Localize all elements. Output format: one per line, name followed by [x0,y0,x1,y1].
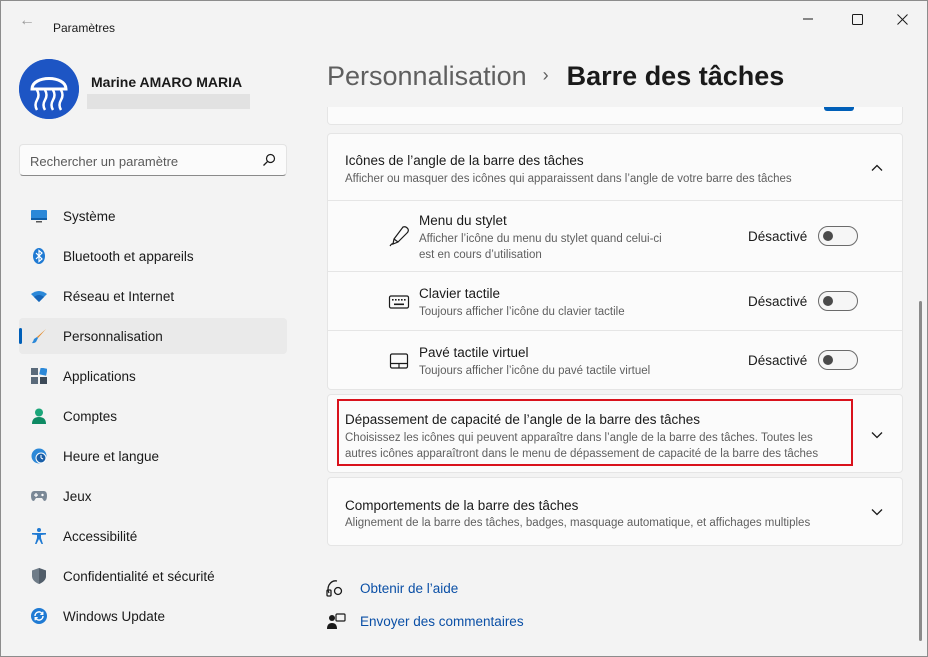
title-bar: ← Paramètres [1,1,927,41]
breadcrumb: Personnalisation › Barre des tâches [327,61,784,92]
sidebar-item-accessibilite[interactable]: Accessibilité [19,518,287,554]
virtual-touchpad-toggle[interactable] [818,350,858,370]
toggle-knob [823,296,833,306]
sidebar-item-systeme[interactable]: Système [19,198,287,234]
virtual-touchpad-description: Toujours afficher l’icône du pavé tactil… [419,365,651,377]
virtual-touchpad-title: Pavé tactile virtuel [419,345,529,360]
sidebar-item-label: Bluetooth et appareils [63,249,194,264]
pen-menu-description-line2: est en cours d’utilisation [419,249,542,261]
pen-menu-row: Menu du stylet Afficher l’icône du menu … [327,201,903,272]
maximize-button[interactable] [834,7,880,31]
get-help-link[interactable]: Obtenir de l’aide [360,581,458,596]
scrollbar[interactable] [919,301,922,641]
sidebar-item-label: Comptes [63,409,118,424]
maximize-icon [851,13,863,25]
pen-icon [389,226,409,247]
previous-card-peek [327,107,903,125]
touch-keyboard-description: Toujours afficher l’icône du clavier tac… [419,306,625,318]
person-icon [31,408,47,424]
sidebar-item-applications[interactable]: Applications [19,358,287,394]
sidebar-item-windows-update[interactable]: Windows Update [19,598,287,634]
search-icon[interactable] [262,153,276,167]
sidebar-item-heure-langue[interactable]: Heure et langue [19,438,287,474]
chevron-down-icon[interactable] [870,505,884,519]
minimize-button[interactable] [785,7,831,31]
touch-keyboard-row: Clavier tactile Toujours afficher l’icôn… [327,272,903,331]
search-input[interactable] [30,152,250,170]
breadcrumb-separator: › [542,65,549,85]
user-name: Marine AMARO MARIA [91,74,243,90]
page-title: Barre des tâches [566,61,785,91]
sidebar-item-label: Réseau et Internet [63,289,175,304]
virtual-touchpad-row: Pavé tactile virtuel Toujours afficher l… [327,331,903,390]
update-icon [31,608,47,624]
main-content: Icônes de l’angle de la barre des tâches… [327,107,903,657]
highlight-annotation [337,399,853,466]
minimize-icon [803,18,813,20]
feedback-icon [327,613,346,629]
avatar[interactable] [19,59,79,119]
sidebar-item-comptes[interactable]: Comptes [19,398,287,434]
sidebar-item-label: Personnalisation [63,329,163,344]
previous-toggle-peek[interactable] [824,107,854,111]
back-button[interactable]: ← [13,11,41,31]
sidebar-item-jeux[interactable]: Jeux [19,478,287,514]
chevron-down-icon[interactable] [870,428,884,442]
toggle-knob [823,231,833,241]
sidebar-item-label: Heure et langue [63,449,160,464]
apps-icon [31,368,47,384]
send-feedback-link[interactable]: Envoyer des commentaires [360,614,524,629]
pen-menu-title: Menu du stylet [419,213,507,228]
toggle-knob [823,355,833,365]
keyboard-icon [388,295,410,309]
clock-globe-icon [31,448,47,464]
search-box[interactable] [19,144,287,176]
sidebar-item-label: Système [63,209,116,224]
corner-icons-title: Icônes de l’angle de la barre des tâches [345,153,584,168]
sidebar-item-confidentialite[interactable]: Confidentialité et sécurité [19,558,287,594]
touchpad-icon [389,353,409,369]
sidebar-item-label: Confidentialité et sécurité [63,569,215,584]
user-email-redacted [87,94,250,109]
taskbar-behaviors-description: Alignement de la barre des tâches, badge… [345,517,811,529]
help-icon [326,580,343,597]
breadcrumb-parent[interactable]: Personnalisation [327,61,527,91]
touch-keyboard-state-label: Désactivé [748,294,808,309]
pen-menu-toggle[interactable] [818,226,858,246]
accessibility-icon [31,528,47,544]
sidebar-item-personnalisation[interactable]: Personnalisation [19,318,287,354]
sidebar-item-bluetooth[interactable]: Bluetooth et appareils [19,238,287,274]
pen-menu-state-label: Désactivé [748,229,808,244]
brush-icon [31,328,47,344]
bluetooth-icon [31,248,47,264]
close-icon [896,13,908,25]
sidebar-item-reseau[interactable]: Réseau et Internet [19,278,287,314]
taskbar-behaviors-title: Comportements de la barre des tâches [345,498,579,513]
settings-window: ← Paramètres Marine AMARO MARIA Recherch… [0,0,928,657]
app-title: Paramètres [53,21,116,35]
corner-icons-expander[interactable]: Icônes de l’angle de la barre des tâches… [327,133,903,201]
monitor-icon [31,208,47,224]
gamepad-icon [31,488,47,504]
sidebar-nav: Système Bluetooth et appareils Réseau et… [19,198,287,638]
touch-keyboard-title: Clavier tactile [419,286,501,301]
pen-menu-description-line1: Afficher l’icône du menu du stylet quand… [419,233,662,245]
sidebar-item-label: Applications [63,369,136,384]
shield-icon [31,568,47,584]
sidebar-item-label: Accessibilité [63,529,138,544]
taskbar-behaviors-expander[interactable]: Comportements de la barre des tâches Ali… [327,477,903,546]
virtual-touchpad-state-label: Désactivé [748,353,808,368]
touch-keyboard-toggle[interactable] [818,291,858,311]
chevron-up-icon[interactable] [870,161,884,175]
corner-icons-description: Afficher ou masquer des icônes qui appar… [345,173,792,185]
wifi-icon [31,288,47,304]
close-button[interactable] [879,7,925,31]
sidebar-item-label: Windows Update [63,609,166,624]
sidebar-item-label: Jeux [63,489,92,504]
jellyfish-avatar-icon [19,59,79,119]
